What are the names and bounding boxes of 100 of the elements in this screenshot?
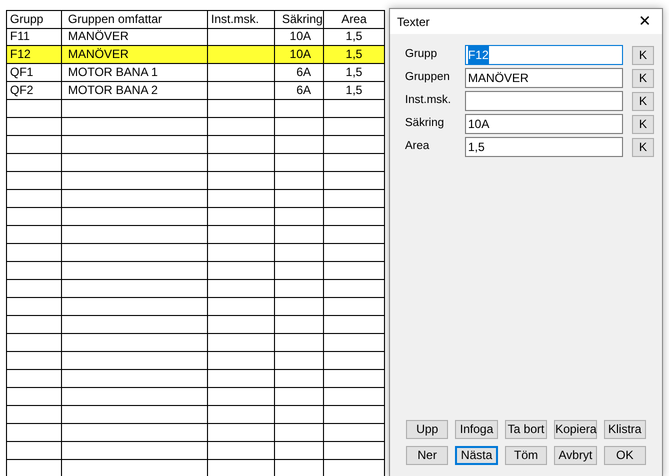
table-cell [275, 154, 324, 172]
table-cell [275, 244, 324, 262]
table-cell [275, 226, 324, 244]
window-title: Texter [397, 14, 430, 30]
area-cell: 1,5 [346, 65, 362, 79]
table-row[interactable]: F12 MANÖVER 10A 1,5 [6, 46, 385, 64]
k-button[interactable]: K [632, 92, 654, 110]
table-cell [275, 100, 324, 118]
text-field[interactable]: MANÖVER [465, 68, 623, 88]
table-cell [324, 154, 385, 172]
fuse-cell: 10A [290, 29, 311, 43]
table-cell [208, 298, 275, 316]
text-field[interactable]: F12 [465, 45, 623, 65]
table-cell [324, 100, 385, 118]
table-cell [7, 244, 62, 262]
table-cell [324, 226, 385, 244]
k-button[interactable]: K [632, 138, 654, 156]
table-cell [275, 136, 324, 154]
table-row[interactable]: F11 MANÖVER 10A 1,5 [6, 28, 385, 46]
field-label: Grupp [405, 47, 438, 62]
table-cell [7, 118, 62, 136]
table-cell [208, 424, 275, 442]
table-cell [7, 100, 62, 118]
table-cell [208, 316, 275, 334]
table-cell [275, 370, 324, 388]
table-cell [208, 334, 275, 352]
k-button[interactable]: K [632, 46, 654, 64]
table-cell [7, 172, 62, 190]
area-cell: 1,5 [346, 83, 362, 97]
table-cell [275, 172, 324, 190]
table-cell [324, 208, 385, 226]
table-cell [7, 316, 62, 334]
k-button[interactable]: K [632, 114, 654, 134]
table-cell [208, 172, 275, 190]
description-cell: MANÖVER [68, 47, 129, 61]
group-cell: F12 [10, 47, 31, 61]
group-cell: QF1 [10, 65, 34, 79]
table-cell [7, 226, 62, 244]
table-cell [324, 424, 385, 442]
table-cell [7, 280, 62, 298]
table-cell [275, 442, 324, 460]
description-cell: MOTOR BANA 2 [68, 83, 158, 97]
fuse-cell: 6A [296, 65, 311, 79]
dialog-button[interactable]: Töm [504, 446, 548, 465]
table-cell [208, 352, 275, 370]
table-cell [324, 172, 385, 190]
table-cell [324, 388, 385, 406]
dialog-button[interactable]: Nästa [455, 446, 498, 465]
dialog-button[interactable]: Upp [406, 420, 448, 439]
group-cell: QF2 [10, 83, 34, 97]
table-cell [208, 100, 275, 118]
fuse-cell: 6A [296, 83, 311, 97]
table-cell [324, 442, 385, 460]
text-field[interactable]: 10A [465, 114, 623, 134]
dialog-button[interactable]: Klistra [604, 420, 646, 439]
description-cell: MANÖVER [68, 29, 129, 43]
dialog-button[interactable]: Ner [406, 446, 448, 465]
table-cell [7, 262, 62, 280]
table-cell [324, 280, 385, 298]
close-button[interactable]: ✕ [634, 12, 656, 32]
table-cell [208, 370, 275, 388]
table-cell [324, 406, 385, 424]
table-cell [7, 298, 62, 316]
table-cell [275, 298, 324, 316]
table-cell [7, 406, 62, 424]
table-cell [208, 280, 275, 298]
fuse-cell: 10A [290, 47, 311, 61]
group-cell: F11 [10, 29, 30, 43]
dialog-button[interactable]: OK [604, 446, 646, 465]
table-cell [7, 442, 62, 460]
table-cell [7, 424, 62, 442]
table-cell [208, 136, 275, 154]
table-cell [275, 352, 324, 370]
area-cell: 1,5 [346, 29, 362, 43]
field-label: Area [405, 139, 430, 154]
table-row[interactable]: QF1 MOTOR BANA 1 6A 1,5 [6, 64, 385, 82]
table-cell [208, 154, 275, 172]
table-cell [275, 424, 324, 442]
table-cell [208, 190, 275, 208]
table-cell [324, 352, 385, 370]
table-cell [324, 262, 385, 280]
table-row[interactable]: QF2 MOTOR BANA 2 6A 1,5 [6, 82, 385, 100]
text-field[interactable]: 1,5 [465, 137, 623, 157]
dialog-button[interactable]: Kopiera [554, 420, 597, 439]
table-cell [275, 208, 324, 226]
k-button[interactable]: K [632, 68, 654, 88]
table-cell [208, 442, 275, 460]
dialog-button[interactable]: Avbryt [554, 446, 597, 465]
table-cell [275, 190, 324, 208]
table-cell [7, 388, 62, 406]
dialog-button[interactable]: Infoga [455, 420, 498, 439]
dialog-button[interactable]: Ta bort [504, 420, 548, 439]
text-field[interactable] [465, 91, 623, 111]
table-cell [7, 190, 62, 208]
table-cell [324, 118, 385, 136]
table-cell [275, 334, 324, 352]
field-label: Inst.msk. [405, 93, 452, 108]
table-cell [324, 298, 385, 316]
table-cell [208, 406, 275, 424]
table-cell [275, 316, 324, 334]
